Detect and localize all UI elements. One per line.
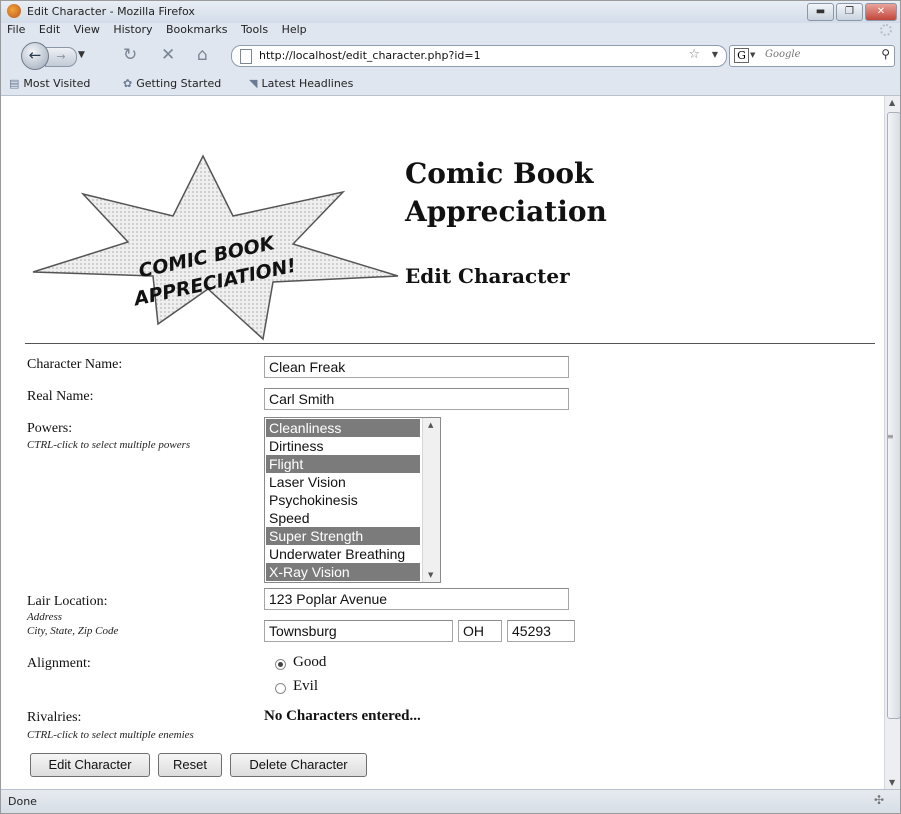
power-option-psychokinesis[interactable]: Psychokinesis: [266, 491, 420, 509]
bookmark-getting-started[interactable]: ✿ Getting Started: [123, 77, 221, 90]
page-content: COMIC BOOK APPRECIATION! Comic Book Appr…: [1, 96, 884, 789]
menu-view[interactable]: View: [74, 23, 100, 36]
search-engine-icon[interactable]: G: [734, 48, 749, 63]
lair-location-label: Lair Location:: [27, 594, 108, 609]
state-field[interactable]: OH: [458, 620, 502, 642]
power-option-flight[interactable]: Flight: [266, 455, 420, 473]
header-divider: [25, 343, 875, 344]
alignment-evil-radio[interactable]: [275, 683, 286, 694]
reload-icon[interactable]: ↻: [123, 45, 137, 65]
page-title: Comic Book Appreciation: [405, 157, 607, 228]
menu-history[interactable]: History: [113, 23, 152, 36]
rivalries-hint: CTRL-click to select multiple enemies: [27, 729, 194, 741]
scroll-grip-icon: ≡: [887, 432, 894, 441]
power-option-speed[interactable]: Speed: [266, 509, 420, 527]
bookmarks-toolbar: ▤ Most Visited ✿ Getting Started ◥ Latest H…: [1, 71, 900, 96]
alignment-good-radio[interactable]: [275, 659, 286, 670]
page-scroll-thumb[interactable]: [887, 112, 900, 719]
lair-address-hint: Address: [27, 611, 63, 623]
back-button[interactable]: ←: [21, 42, 49, 70]
reset-button[interactable]: Reset: [158, 753, 222, 777]
power-option-x-ray-vision[interactable]: X-Ray Vision: [266, 563, 420, 581]
menu-tools[interactable]: Tools: [241, 23, 268, 36]
address-field[interactable]: 123 Poplar Avenue: [264, 588, 569, 610]
menu-bar: File Edit View History Bookmarks Tools H…: [1, 23, 900, 39]
menu-help[interactable]: Help: [282, 23, 307, 36]
browser-window: Edit Character - Mozilla Firefox ▬ ❐ ✕ F…: [0, 0, 901, 814]
throbber-icon: [880, 24, 892, 36]
search-input[interactable]: Google: [765, 49, 801, 60]
maximize-button[interactable]: ❐: [836, 3, 863, 21]
page-icon: [240, 49, 252, 64]
page-scroll-down-icon[interactable]: ▼: [889, 778, 895, 787]
power-option-dirtiness[interactable]: Dirtiness: [266, 437, 420, 455]
search-bar[interactable]: G ▼ Google ⚲: [729, 45, 895, 67]
real-name-label: Real Name:: [27, 389, 94, 404]
alignment-good-label: Good: [293, 654, 327, 670]
rivalries-label: Rivalries:: [27, 710, 82, 725]
menu-bookmarks[interactable]: Bookmarks: [166, 23, 227, 36]
window-controls: ▬ ❐ ✕: [807, 3, 897, 21]
firefox-bookmark-icon: ✿: [123, 77, 133, 90]
page-scrollbar[interactable]: ▲ ≡ ▼: [884, 96, 900, 789]
power-option-super-strength[interactable]: Super Strength: [266, 527, 420, 545]
lair-city-state-zip-hint: City, State, Zip Code: [27, 625, 119, 637]
alignment-evil-label: Evil: [293, 678, 318, 694]
resize-grip-icon[interactable]: ✣: [874, 793, 884, 807]
menu-edit[interactable]: Edit: [39, 23, 60, 36]
bookmark-most-visited[interactable]: ▤ Most Visited: [9, 77, 90, 90]
power-option-underwater-breathing[interactable]: Underwater Breathing: [266, 545, 420, 563]
power-option-cleanliness[interactable]: Cleanliness: [266, 419, 420, 437]
forward-button[interactable]: →: [45, 47, 77, 67]
scroll-down-icon[interactable]: ▼: [428, 571, 433, 579]
scroll-up-icon[interactable]: ▲: [428, 421, 433, 429]
alignment-label: Alignment:: [27, 656, 91, 671]
status-bar: Done ✣: [1, 789, 900, 813]
city-field[interactable]: Townsburg: [264, 620, 453, 642]
powers-listbox[interactable]: Cleanliness Dirtiness Flight Laser Visio…: [264, 417, 441, 583]
search-engine-dropdown-icon[interactable]: ▼: [750, 51, 755, 59]
title-bar: Edit Character - Mozilla Firefox ▬ ❐ ✕: [1, 1, 900, 23]
edit-character-button[interactable]: Edit Character: [30, 753, 150, 777]
firefox-icon: [7, 4, 21, 18]
star-icon[interactable]: ☆: [688, 47, 700, 62]
status-text: Done: [8, 795, 37, 808]
page-subtitle: Edit Character: [405, 264, 570, 288]
delete-character-button[interactable]: Delete Character: [230, 753, 367, 777]
powers-label: Powers:: [27, 421, 73, 436]
character-name-label: Character Name:: [27, 357, 123, 372]
powers-hint: CTRL-click to select multiple powers: [27, 439, 191, 451]
minimize-button[interactable]: ▬: [807, 3, 834, 21]
comic-burst-logo: COMIC BOOK APPRECIATION!: [32, 154, 399, 341]
bookmark-latest-headlines[interactable]: ◥ Latest Headlines: [249, 77, 353, 90]
power-option-laser-vision[interactable]: Laser Vision: [266, 473, 420, 491]
url-dropdown-icon[interactable]: ▼: [712, 50, 718, 59]
url-text[interactable]: http://localhost/edit_character.php?id=1: [259, 49, 481, 62]
character-name-field[interactable]: Clean Freak: [264, 356, 569, 378]
close-button[interactable]: ✕: [865, 3, 897, 21]
magnifier-icon[interactable]: ⚲: [881, 47, 890, 61]
zip-code-field[interactable]: 45293: [507, 620, 575, 642]
navigation-toolbar: → ← ▼ ↻ ✕ ⌂ http://localhost/edit_charac…: [1, 39, 900, 71]
menu-file[interactable]: File: [7, 23, 25, 36]
window-title: Edit Character - Mozilla Firefox: [27, 5, 195, 18]
rivalries-empty-message: No Characters entered...: [264, 708, 421, 724]
real-name-field[interactable]: Carl Smith: [264, 388, 569, 410]
powers-listbox-scrollbar[interactable]: ▲ ▼: [422, 418, 440, 582]
bookmark-icon: ▤: [9, 77, 20, 90]
stop-icon[interactable]: ✕: [161, 45, 175, 65]
history-dropdown-icon[interactable]: ▼: [78, 50, 85, 60]
forward-arrow-icon: →: [56, 50, 66, 63]
url-bar[interactable]: http://localhost/edit_character.php?id=1…: [231, 45, 727, 67]
home-icon[interactable]: ⌂: [197, 45, 208, 65]
page-scroll-up-icon[interactable]: ▲: [889, 98, 895, 107]
back-arrow-icon: ←: [28, 46, 42, 64]
rss-feed-icon: ◥: [249, 77, 258, 90]
